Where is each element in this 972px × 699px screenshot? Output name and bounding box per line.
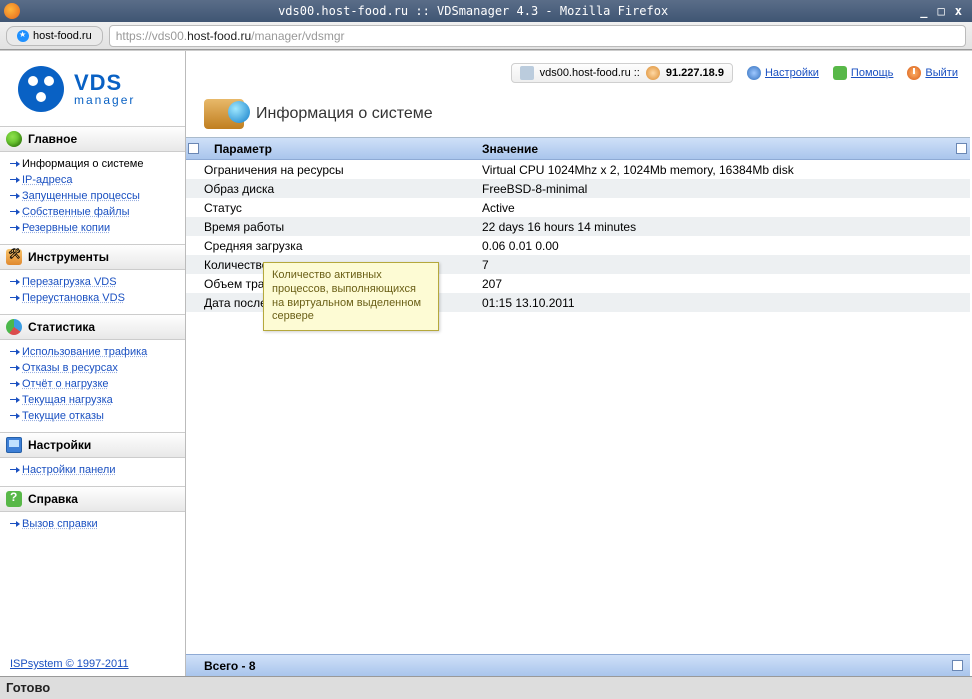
sidebar-item[interactable]: Настройки панели [22,462,185,478]
column-picker-right[interactable] [956,143,967,154]
tab-label: host-food.ru [33,30,92,42]
sidebar-section-header[interactable]: Справка [0,486,185,512]
browser-tab[interactable]: host-food.ru [6,26,103,46]
help-link[interactable]: Помощь [833,66,894,80]
column-picker-left[interactable] [188,143,199,154]
col-param[interactable]: Параметр [200,142,480,156]
power-icon [907,66,921,80]
sidebar-item[interactable]: Отказы в ресурсах [22,360,185,376]
settings-link[interactable]: Настройки [747,66,819,80]
browser-toolbar: host-food.ru https://vds00.host-food.ru/… [0,22,972,50]
favicon-icon [17,30,29,42]
sidebar-section-header[interactable]: Инструменты [0,244,185,270]
server-icon [520,66,534,80]
status-text: Готово [6,680,50,695]
exit-link[interactable]: Выйти [907,66,958,80]
monitor-icon [6,437,22,453]
user-icon [646,66,660,80]
gear-icon [747,66,761,80]
col-value[interactable]: Значение [480,142,952,156]
sidebar-item[interactable]: Резервные копии [22,220,185,236]
globe-icon [6,131,22,147]
window-titlebar: vds00.host-food.ru :: VDSmanager 4.3 - M… [0,0,972,22]
sidebar-item[interactable]: Перезагрузка VDS [22,274,185,290]
sidebar-item[interactable]: Отчёт о нагрузке [22,376,185,392]
sidebar-item[interactable]: Информация о системе [22,156,185,172]
grid-footer: Всего - 8 [186,654,970,676]
browser-statusbar: Готово [0,676,972,698]
table-row[interactable]: Ограничения на ресурсыVirtual CPU 1024Mh… [186,160,970,179]
tools-icon [6,249,22,265]
sidebar-section-header[interactable]: Статистика [0,314,185,340]
table-row[interactable]: Время работы22 days 16 hours 14 minutes [186,217,970,236]
sidebar-item[interactable]: Текущие отказы [22,408,185,424]
window-title: vds00.host-food.ru :: VDSmanager 4.3 - M… [26,4,920,18]
top-toolbar: vds00.host-food.ru :: 91.227.18.9 Настро… [186,61,972,85]
grid-footer-button[interactable] [952,660,963,671]
page-title: Информация о системе [256,105,433,123]
help-icon [6,491,22,507]
sidebar-item[interactable]: Собственные файлы [22,204,185,220]
sidebar-section-header[interactable]: Главное [0,126,185,152]
sidebar-item[interactable]: Переустановка VDS [22,290,185,306]
info-grid: Параметр Значение Ограничения на ресурсы… [186,137,970,676]
sidebar-item[interactable]: Использование трафика [22,344,185,360]
copyright-link[interactable]: ISPsystem © 1997-2011 [0,652,185,676]
grid-body: Ограничения на ресурсыVirtual CPU 1024Mh… [186,160,970,654]
tooltip: Количество активных процессов, выполняющ… [263,262,439,331]
sidebar-item[interactable]: Вызов справки [22,516,185,532]
grid-header: Параметр Значение [186,138,970,160]
window-close-button[interactable]: x [955,4,962,18]
total-count: Всего - 8 [204,659,256,673]
app-logo: VDS manager [0,51,185,126]
help-icon [833,66,847,80]
window-maximize-button[interactable]: □ [938,4,945,18]
address-bar[interactable]: https://vds00.host-food.ru/manager/vdsmg… [109,25,966,47]
table-row[interactable]: СтатусActive [186,198,970,217]
logo-icon [18,66,64,112]
sidebar-item[interactable]: Текущая нагрузка [22,392,185,408]
page-header: Информация о системе [186,91,972,137]
sidebar: VDS manager ГлавноеИнформация о системеI… [0,51,186,676]
table-row[interactable]: Средняя загрузка0.06 0.01 0.00 [186,236,970,255]
host-indicator: vds00.host-food.ru :: 91.227.18.9 [511,63,733,83]
ip-address: 91.227.18.9 [666,67,724,79]
firefox-icon [4,3,20,19]
sidebar-item[interactable]: Запущенные процессы [22,188,185,204]
window-minimize-button[interactable]: _ [920,4,927,18]
stats-icon [6,319,22,335]
table-row[interactable]: Образ дискаFreeBSD-8-minimal [186,179,970,198]
sidebar-section-header[interactable]: Настройки [0,432,185,458]
sidebar-item[interactable]: IP-адреса [22,172,185,188]
page-icon [204,99,244,129]
